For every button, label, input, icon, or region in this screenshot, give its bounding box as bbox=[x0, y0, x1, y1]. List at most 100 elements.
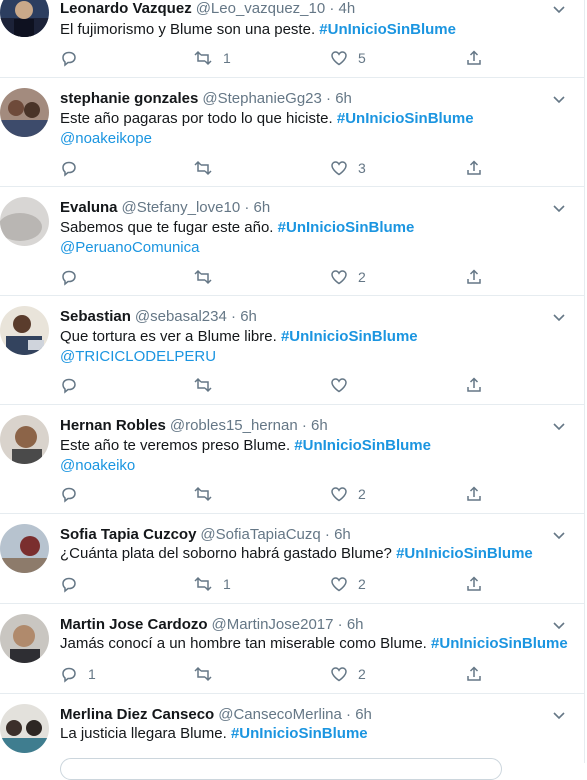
retweet-button[interactable]: 1 bbox=[193, 574, 231, 594]
hashtag-link[interactable]: #UnInicioSinBlume bbox=[431, 635, 568, 652]
retweet-button[interactable] bbox=[193, 664, 223, 684]
avatar[interactable] bbox=[0, 306, 49, 355]
author-handle[interactable]: @MartinJose2017 bbox=[212, 616, 334, 633]
tweet[interactable]: Leonardo Vazquez @Leo_vazquez_10 · 4h El … bbox=[0, 0, 584, 78]
retweet-button[interactable]: 1 bbox=[193, 48, 231, 68]
like-button[interactable]: 2 bbox=[330, 574, 366, 594]
author-name[interactable]: Evaluna bbox=[60, 199, 118, 216]
chevron-down-icon[interactable] bbox=[550, 616, 568, 634]
author-handle[interactable]: @Stefany_love10 bbox=[122, 199, 241, 216]
share-button[interactable] bbox=[465, 664, 483, 684]
share-button[interactable] bbox=[465, 158, 483, 178]
hashtag-link[interactable]: #UnInicioSinBlume bbox=[294, 437, 431, 454]
retweet-icon bbox=[194, 377, 212, 393]
author-handle[interactable]: @robles15_hernan bbox=[170, 417, 298, 434]
like-button[interactable] bbox=[330, 375, 358, 395]
tweet-text: La justicia llegara Blume. #UnInicioSinB… bbox=[60, 725, 368, 742]
tweet-actions: 1 2 bbox=[60, 574, 500, 594]
avatar[interactable] bbox=[0, 524, 49, 573]
author-name[interactable]: stephanie gonzales bbox=[60, 90, 198, 107]
tweet[interactable]: Martin Jose Cardozo @MartinJose2017 · 6h … bbox=[0, 604, 584, 694]
chevron-down-icon[interactable] bbox=[550, 706, 568, 724]
avatar[interactable] bbox=[0, 704, 49, 753]
author-handle[interactable]: @Leo_vazquez_10 bbox=[196, 0, 326, 17]
tweet-header: Sofia Tapia Cuzcoy @SofiaTapiaCuzq · 6h bbox=[60, 526, 351, 543]
tweet[interactable]: Hernan Robles @robles15_hernan · 6h Este … bbox=[0, 405, 584, 514]
retweet-button[interactable] bbox=[193, 267, 223, 287]
like-button[interactable]: 2 bbox=[330, 484, 366, 504]
chevron-down-icon[interactable] bbox=[550, 417, 568, 435]
retweet-button[interactable] bbox=[193, 375, 223, 395]
tweet-time[interactable]: 6h bbox=[334, 526, 351, 543]
reply-button[interactable] bbox=[60, 574, 78, 594]
share-button[interactable] bbox=[465, 48, 483, 68]
hashtag-link[interactable]: #UnInicioSinBlume bbox=[337, 110, 474, 127]
author-name[interactable]: Sebastian bbox=[60, 308, 131, 325]
reply-button[interactable] bbox=[60, 375, 78, 395]
mention-link[interactable]: @noakeikope bbox=[60, 130, 152, 147]
author-name[interactable]: Merlina Diez Canseco bbox=[60, 706, 214, 723]
author-handle[interactable]: @SofiaTapiaCuzq bbox=[200, 526, 320, 543]
like-button[interactable]: 2 bbox=[330, 267, 366, 287]
retweet-icon bbox=[194, 50, 212, 66]
chevron-down-icon[interactable] bbox=[550, 526, 568, 544]
hashtag-link[interactable]: #UnInicioSinBlume bbox=[281, 328, 418, 345]
tweet[interactable]: Sebastian @sebasal234 · 6h Que tortura es… bbox=[0, 296, 584, 405]
author-handle[interactable]: @StephanieGg23 bbox=[202, 90, 321, 107]
retweet-button[interactable] bbox=[193, 484, 223, 504]
chevron-down-icon[interactable] bbox=[550, 308, 568, 326]
author-name[interactable]: Hernan Robles bbox=[60, 417, 166, 434]
like-count: 2 bbox=[358, 269, 366, 285]
author-handle[interactable]: @CansecoMerlina bbox=[218, 706, 342, 723]
like-button[interactable]: 3 bbox=[330, 158, 366, 178]
mention-link[interactable]: @TRICICLODELPERU bbox=[60, 348, 216, 365]
hashtag-link[interactable]: #UnInicioSinBlume bbox=[396, 545, 533, 562]
reply-button[interactable] bbox=[60, 484, 78, 504]
avatar[interactable] bbox=[0, 197, 49, 246]
avatar[interactable] bbox=[0, 88, 49, 137]
chevron-down-icon[interactable] bbox=[550, 90, 568, 108]
reply-icon bbox=[62, 378, 76, 394]
tweet-time[interactable]: 6h bbox=[311, 417, 328, 434]
like-button[interactable]: 2 bbox=[330, 664, 366, 684]
tweet-header: Leonardo Vazquez @Leo_vazquez_10 · 4h bbox=[60, 0, 356, 17]
tweet-time[interactable]: 6h bbox=[240, 308, 257, 325]
avatar[interactable] bbox=[0, 0, 49, 37]
author-name[interactable]: Martin Jose Cardozo bbox=[60, 616, 208, 633]
retweet-button[interactable] bbox=[193, 158, 223, 178]
reply-icon bbox=[62, 161, 76, 177]
tweet-time[interactable]: 6h bbox=[347, 616, 364, 633]
reply-button[interactable] bbox=[60, 267, 78, 287]
tweet-time[interactable]: 6h bbox=[355, 706, 372, 723]
tweet-actions: 1 2 bbox=[60, 664, 500, 684]
tweet-text: Este año te veremos preso Blume. #UnInic… bbox=[60, 437, 431, 454]
tweet[interactable]: stephanie gonzales @StephanieGg23 · 6h Es… bbox=[0, 78, 584, 187]
mention-link[interactable]: @noakeiko bbox=[60, 457, 135, 474]
reply-button[interactable] bbox=[60, 48, 78, 68]
avatar[interactable] bbox=[0, 614, 49, 663]
author-name[interactable]: Sofia Tapia Cuzcoy bbox=[60, 526, 196, 543]
tweet-header: Evaluna @Stefany_love10 · 6h bbox=[60, 199, 271, 216]
tweet[interactable]: Evaluna @Stefany_love10 · 6h Sabemos que … bbox=[0, 187, 584, 296]
share-button[interactable] bbox=[465, 267, 483, 287]
reply-button[interactable]: 1 bbox=[60, 664, 96, 684]
avatar[interactable] bbox=[0, 415, 49, 464]
share-button[interactable] bbox=[465, 375, 483, 395]
tweet-time[interactable]: 4h bbox=[339, 0, 356, 17]
hashtag-link[interactable]: #UnInicioSinBlume bbox=[319, 21, 456, 38]
hashtag-link[interactable]: #UnInicioSinBlume bbox=[278, 219, 415, 236]
like-count: 5 bbox=[358, 50, 366, 66]
author-handle[interactable]: @sebasal234 bbox=[135, 308, 227, 325]
share-button[interactable] bbox=[465, 574, 483, 594]
chevron-down-icon[interactable] bbox=[550, 199, 568, 217]
tweet-time[interactable]: 6h bbox=[335, 90, 352, 107]
tweet[interactable]: Sofia Tapia Cuzcoy @SofiaTapiaCuzq · 6h ¿… bbox=[0, 514, 584, 604]
like-button[interactable]: 5 bbox=[330, 48, 366, 68]
reply-button[interactable] bbox=[60, 158, 78, 178]
share-button[interactable] bbox=[465, 484, 483, 504]
mention-link[interactable]: @PeruanoComunica bbox=[60, 239, 199, 256]
author-name[interactable]: Leonardo Vazquez bbox=[60, 0, 192, 17]
hashtag-link[interactable]: #UnInicioSinBlume bbox=[231, 725, 368, 742]
tweet-time[interactable]: 6h bbox=[254, 199, 271, 216]
chevron-down-icon[interactable] bbox=[550, 0, 568, 18]
